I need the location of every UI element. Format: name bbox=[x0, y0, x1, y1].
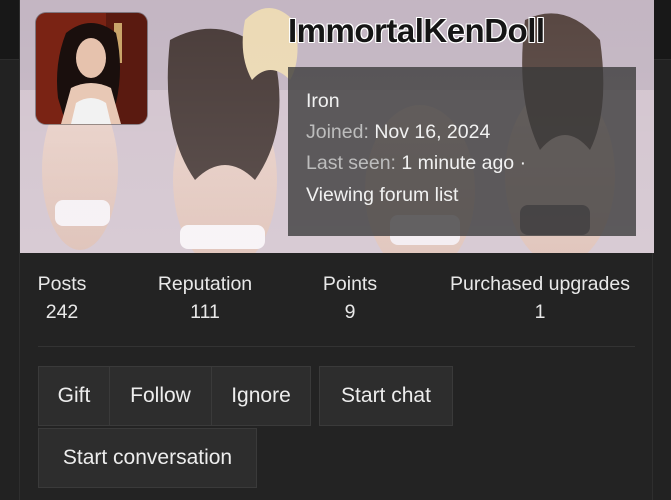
stat-label: Reputation bbox=[157, 273, 253, 295]
stat-purchased-upgrades[interactable]: Purchased upgrades 1 bbox=[442, 273, 638, 324]
stat-value: 111 bbox=[190, 301, 220, 323]
member-stats: Posts 242 Reputation 111 Points 9 Purcha… bbox=[20, 273, 654, 333]
stat-value: 1 bbox=[534, 301, 546, 323]
start-chat-button[interactable]: Start chat bbox=[319, 366, 453, 426]
avatar[interactable] bbox=[36, 13, 147, 124]
gift-button[interactable]: Gift bbox=[38, 366, 110, 426]
member-profile-card: ImmortalKenDoll Iron Joined: Nov 16, 202… bbox=[19, 0, 654, 500]
last-seen-row: Last seen: 1 minute ago · bbox=[306, 148, 618, 179]
stat-label: Points bbox=[322, 273, 378, 295]
stat-value: 242 bbox=[45, 301, 79, 323]
ignore-button[interactable]: Ignore bbox=[211, 366, 311, 426]
joined-row: Joined: Nov 16, 2024 bbox=[306, 117, 618, 148]
member-info-box: Iron Joined: Nov 16, 2024 Last seen: 1 m… bbox=[288, 67, 636, 236]
user-title: Iron bbox=[306, 90, 340, 112]
divider bbox=[38, 346, 635, 347]
joined-label: Joined: bbox=[306, 121, 369, 144]
joined-value: Nov 16, 2024 bbox=[374, 121, 491, 144]
current-activity[interactable]: Viewing forum list bbox=[306, 180, 618, 211]
start-conversation-button[interactable]: Start conversation bbox=[38, 428, 257, 488]
stat-reputation[interactable]: Reputation 111 bbox=[150, 273, 260, 324]
stat-points[interactable]: Points 9 bbox=[315, 273, 385, 324]
follow-button[interactable]: Follow bbox=[109, 366, 212, 426]
stat-label: Posts bbox=[37, 273, 87, 295]
username: ImmortalKenDoll bbox=[288, 12, 545, 49]
avatar-image bbox=[36, 13, 147, 124]
stat-label: Purchased upgrades bbox=[450, 273, 630, 295]
stat-posts[interactable]: Posts 242 bbox=[37, 273, 87, 324]
stat-value: 9 bbox=[344, 301, 356, 323]
last-seen-value: 1 minute ago · bbox=[401, 152, 527, 175]
profile-banner: ImmortalKenDoll Iron Joined: Nov 16, 202… bbox=[20, 0, 654, 253]
last-seen-label: Last seen: bbox=[306, 152, 396, 175]
